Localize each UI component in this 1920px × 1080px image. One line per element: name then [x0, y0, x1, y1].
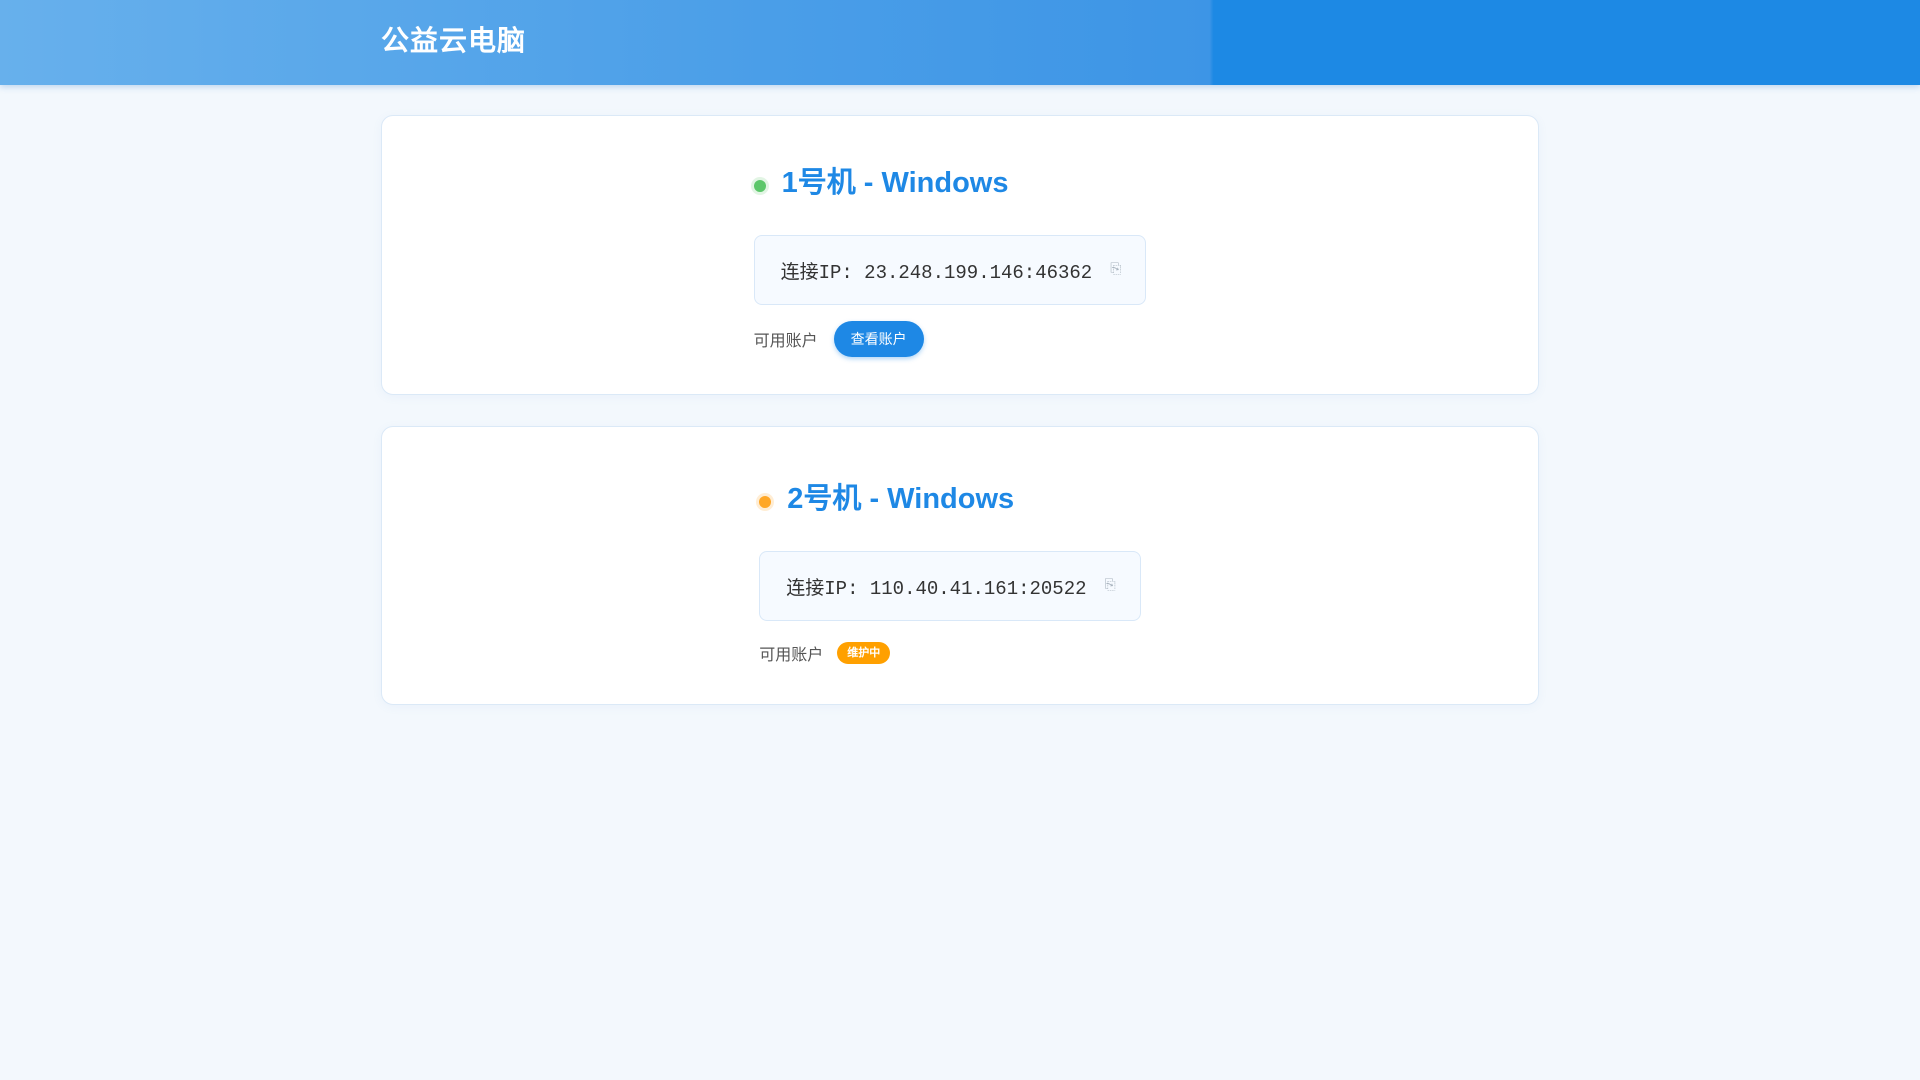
machine-card-1: 1号机 - Windows 连接IP: 23.248.199.146:46362…: [381, 115, 1539, 395]
machine-2-title-row: 2号机 - Windows: [759, 477, 1014, 521]
machine-1-account-label: 可用账户: [753, 331, 818, 350]
machine-card-2-content: 2号机 - Windows 连接IP: 110.40.41.161:20522 …: [759, 477, 1141, 671]
machine-1-ip-box: 连接IP: 23.248.199.146:46362 ⎘: [753, 235, 1147, 305]
machine-2-ip-box: 连接IP: 110.40.41.161:20522 ⎘: [759, 551, 1141, 621]
machine-card-1-inner: 1号机 - Windows 连接IP: 23.248.199.146:46362…: [382, 161, 1538, 357]
status-maintenance-icon: [759, 496, 772, 508]
machine-2-account-label: 可用账户: [759, 645, 824, 664]
status-online-icon: [753, 180, 766, 192]
copy-icon[interactable]: ⎘: [1105, 577, 1116, 593]
copy-icon[interactable]: ⎘: [1110, 261, 1121, 277]
machine-2-ip-text: 连接IP: 110.40.41.161:20522: [786, 577, 1087, 600]
machine-card-2-inner: 2号机 - Windows 连接IP: 110.40.41.161:20522 …: [382, 477, 1538, 671]
machine-1-title-row: 1号机 - Windows: [753, 161, 1009, 205]
machine-card-1-content: 1号机 - Windows 连接IP: 23.248.199.146:46362…: [753, 161, 1147, 357]
top-header: 公益云电脑: [0, 0, 1920, 85]
maintenance-badge: 维护中: [837, 642, 891, 664]
machine-card-2: 2号机 - Windows 连接IP: 110.40.41.161:20522 …: [381, 426, 1539, 705]
view-accounts-button[interactable]: 查看账户: [833, 321, 924, 357]
machine-1-title: 1号机 - Windows: [781, 167, 1009, 199]
machine-1-account-row: 可用账户 查看账户: [754, 321, 924, 357]
machine-1-ip-text: 连接IP: 23.248.199.146:46362: [780, 261, 1093, 284]
site-title: 公益云电脑: [381, 24, 527, 57]
machine-2-title: 2号机 - Windows: [787, 483, 1015, 515]
machine-2-account-row: 可用账户 维护中: [759, 635, 891, 671]
